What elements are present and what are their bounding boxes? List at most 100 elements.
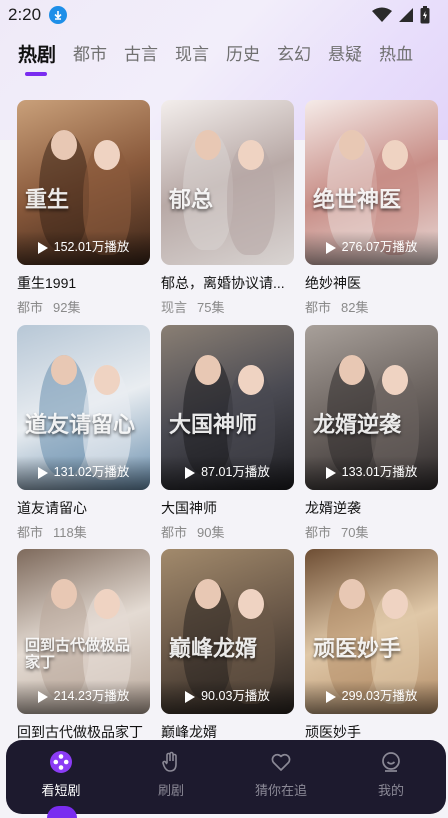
drama-poster[interactable]: 龙婿逆袭 133.01万播放 [305,325,438,490]
nav-label: 看短剧 [41,783,81,798]
tab-1[interactable]: 都市 [73,40,107,65]
play-count: 131.02万播放 [17,456,150,490]
drama-card[interactable]: 回到古代做极品家丁 214.23万播放 回到古代做极品家丁 [17,549,150,742]
drama-title[interactable]: 绝妙神医 [305,273,438,293]
poster-title-art: 巅峰龙婿 [169,636,258,662]
drama-poster[interactable]: 绝世神医 276.07万播放 [305,100,438,265]
nav-item-3[interactable]: 我的 [336,740,446,814]
drama-genre: 都市 [305,300,332,315]
poster-figure [339,579,365,609]
play-count-text: 214.23万播放 [53,689,130,703]
nav-label: 我的 [377,783,404,798]
poster-title-art: 重生 [25,187,70,213]
play-count-text: 276.07万播放 [341,240,418,254]
play-count-text: 87.01万播放 [201,465,270,479]
drama-card[interactable]: 道友请留心 131.02万播放 道友请留心 都市 118集 [17,325,150,541]
drama-card[interactable]: 郁总郁总，离婚协议请... 现言 75集 [161,100,294,316]
tab-2[interactable]: 古言 [124,40,158,65]
poster-figure [51,355,77,385]
poster-figure [51,579,77,609]
drama-episodes: 118集 [53,525,87,540]
drama-card[interactable]: 大国神师 87.01万播放 大国神师 都市 90集 [161,325,294,541]
play-count: 87.01万播放 [161,456,294,490]
drama-genre: 现言 [161,300,188,315]
drama-poster[interactable]: 大国神师 87.01万播放 [161,325,294,490]
play-icon [185,691,196,703]
drama-card[interactable]: 重生 152.01万播放重生1991 都市 92集 [17,100,150,316]
poster-title-art: 大国神师 [169,412,258,438]
drama-card[interactable]: 龙婿逆袭 133.01万播放 龙婿逆袭 都市 70集 [305,325,438,541]
drama-meta: 现言 75集 [161,297,294,316]
nav-item-0[interactable]: 看短剧 [6,740,116,814]
cell-signal-icon [399,8,413,22]
drama-poster[interactable]: 回到古代做极品家丁 214.23万播放 [17,549,150,714]
drama-genre: 都市 [17,300,44,315]
drama-card[interactable]: 顽医妙手 299.03万播放 顽医妙手 [305,549,438,742]
play-count-text: 299.03万播放 [341,689,418,703]
drama-card[interactable]: 绝世神医 276.07万播放绝妙神医都市 82集 [305,100,438,316]
drama-poster[interactable]: 道友请留心 131.02万播放 [17,325,150,490]
drama-poster[interactable]: 顽医妙手 299.03万播放 [305,549,438,714]
poster-figure [238,589,264,619]
drama-genre: 都市 [17,525,44,540]
play-icon [325,467,336,479]
play-icon [325,242,336,254]
play-count: 133.01万播放 [305,456,438,490]
poster-figure [238,365,264,395]
poster-figure [51,130,77,160]
poster-figure [339,355,365,385]
swipe-hand-icon [159,750,183,774]
play-count: 90.03万播放 [161,680,294,714]
poster-figure [238,140,264,170]
download-icon [49,6,68,24]
drama-title[interactable]: 顽医妙手 [305,722,438,742]
film-reel-icon [49,750,73,774]
drama-title[interactable]: 郁总，离婚协议请... [161,273,294,293]
poster-title-art: 郁总 [169,187,214,213]
play-count: 276.07万播放 [305,231,438,265]
active-tab-indicator [47,806,77,818]
drama-meta: 都市 90集 [161,522,294,541]
poster-figure [339,130,365,160]
drama-title[interactable]: 回到古代做极品家丁 [17,722,150,742]
poster-figure [195,355,221,385]
drama-episodes: 90集 [197,525,225,540]
play-count-text: 152.01万播放 [53,240,130,254]
poster-figure [382,589,408,619]
poster-title-art: 道友请留心 [25,412,136,438]
drama-title[interactable]: 道友请留心 [17,498,150,518]
nav-label: 猜你在追 [254,783,307,798]
tab-5[interactable]: 玄幻 [277,40,311,65]
drama-poster[interactable]: 郁总 [161,100,294,265]
drama-episodes: 75集 [197,300,225,315]
tab-6[interactable]: 悬疑 [328,40,362,65]
drama-title[interactable]: 龙婿逆袭 [305,498,438,518]
drama-episodes: 82集 [341,300,369,315]
poster-figure [94,140,120,170]
battery-icon [420,6,430,24]
drama-card[interactable]: 巅峰龙婿 90.03万播放 巅峰龙婿 [161,549,294,742]
drama-meta: 都市 92集 [17,297,150,316]
tab-0[interactable]: 热剧 [18,40,56,76]
poster-title-art: 回到古代做极品家丁 [25,636,131,672]
poster-figure [94,589,120,619]
drama-title[interactable]: 重生1991 [17,273,150,293]
nav-item-2[interactable]: 猜你在追 [226,740,336,814]
tab-4[interactable]: 历史 [226,40,260,65]
play-icon [37,691,48,703]
drama-genre: 都市 [305,525,332,540]
poster-figure [195,130,221,160]
tab-7[interactable]: 热血 [379,40,413,65]
drama-poster[interactable]: 重生 152.01万播放 [17,100,150,265]
play-count-text: 131.02万播放 [53,465,130,479]
poster-figure [195,579,221,609]
drama-poster[interactable]: 巅峰龙婿 90.03万播放 [161,549,294,714]
category-tabs: 热剧 都市 古言 现言 历史 玄幻 悬疑 热血 [0,40,448,80]
drama-title[interactable]: 巅峰龙婿 [161,722,294,742]
drama-title[interactable]: 大国神师 [161,498,294,518]
bottom-navigation: 看短剧 刷剧 猜你在追 我的 [6,740,446,814]
play-icon [185,467,196,479]
tab-3[interactable]: 现言 [175,40,209,65]
nav-item-1[interactable]: 刷剧 [116,740,226,814]
poster-title-art: 顽医妙手 [313,636,402,662]
